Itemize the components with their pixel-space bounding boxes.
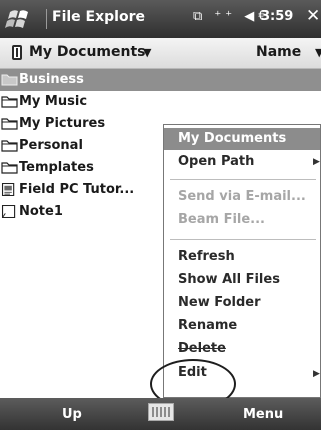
list-item[interactable]: Business [0, 69, 321, 91]
menu-divider [170, 179, 316, 180]
submenu-arrow-icon: ▶ [313, 369, 320, 379]
soft-key-bar: Up Menu [0, 398, 321, 430]
up-softkey[interactable]: Up [62, 407, 82, 422]
sort-dropdown[interactable]: Name [256, 44, 301, 60]
context-menu: My Documents Open Path ▶ Send via E-mail… [163, 124, 321, 398]
folder-icon [1, 118, 18, 130]
folder-selector-icon[interactable] [12, 45, 22, 60]
menu-item-rename[interactable]: Rename [178, 318, 237, 333]
title-bar: File Explore ⧉ ⁺⁺ ◀€ 3:59 ✕ [0, 0, 321, 38]
file-name: Field PC Tutor... [19, 182, 135, 197]
close-icon[interactable]: ✕ [306, 6, 320, 26]
menu-item-new-folder[interactable]: New Folder [178, 295, 261, 310]
menu-divider [170, 239, 316, 240]
file-name: My Pictures [19, 116, 106, 131]
sort-chevron-down-icon[interactable]: ▼ [315, 46, 321, 59]
windows-start-icon[interactable] [4, 6, 40, 32]
file-name: Templates [19, 160, 94, 175]
folder-icon [1, 74, 18, 86]
keyboard-icon[interactable] [148, 403, 174, 421]
menu-item-open-path[interactable]: Open Path [178, 154, 254, 169]
file-name: My Music [19, 94, 88, 109]
menu-header-label: My Documents [178, 131, 287, 146]
menu-softkey[interactable]: Menu [243, 407, 283, 422]
folder-icon [1, 162, 18, 174]
location-bar: My Documents ▼ Name ▼ [0, 38, 321, 69]
connectivity-volume-icons[interactable]: ⧉ ⁺⁺ ◀€ [193, 9, 271, 24]
note-icon [1, 205, 16, 218]
menu-header: My Documents [164, 128, 320, 150]
folder-icon [1, 96, 18, 108]
location-dropdown[interactable]: My Documents [29, 44, 146, 60]
menu-item-refresh[interactable]: Refresh [178, 249, 235, 264]
file-name: Personal [19, 138, 83, 153]
menu-item-beam-file[interactable]: Beam File... [178, 212, 265, 227]
document-icon [1, 183, 15, 196]
title-separator [46, 9, 47, 29]
folder-icon [1, 140, 18, 152]
clock[interactable]: 3:59 [261, 9, 293, 24]
list-item[interactable]: My Music [0, 91, 321, 113]
menu-item-delete[interactable]: Delete [178, 341, 226, 356]
submenu-arrow-icon: ▶ [313, 157, 320, 167]
menu-item-send-via-email[interactable]: Send via E-mail... [178, 189, 306, 204]
app-title: File Explore [52, 9, 145, 25]
chevron-down-icon[interactable]: ▼ [143, 46, 151, 59]
file-name: Business [19, 72, 84, 87]
file-name: Note1 [19, 204, 63, 219]
menu-item-edit[interactable]: Edit [178, 365, 207, 380]
menu-item-show-all-files[interactable]: Show All Files [178, 272, 280, 287]
